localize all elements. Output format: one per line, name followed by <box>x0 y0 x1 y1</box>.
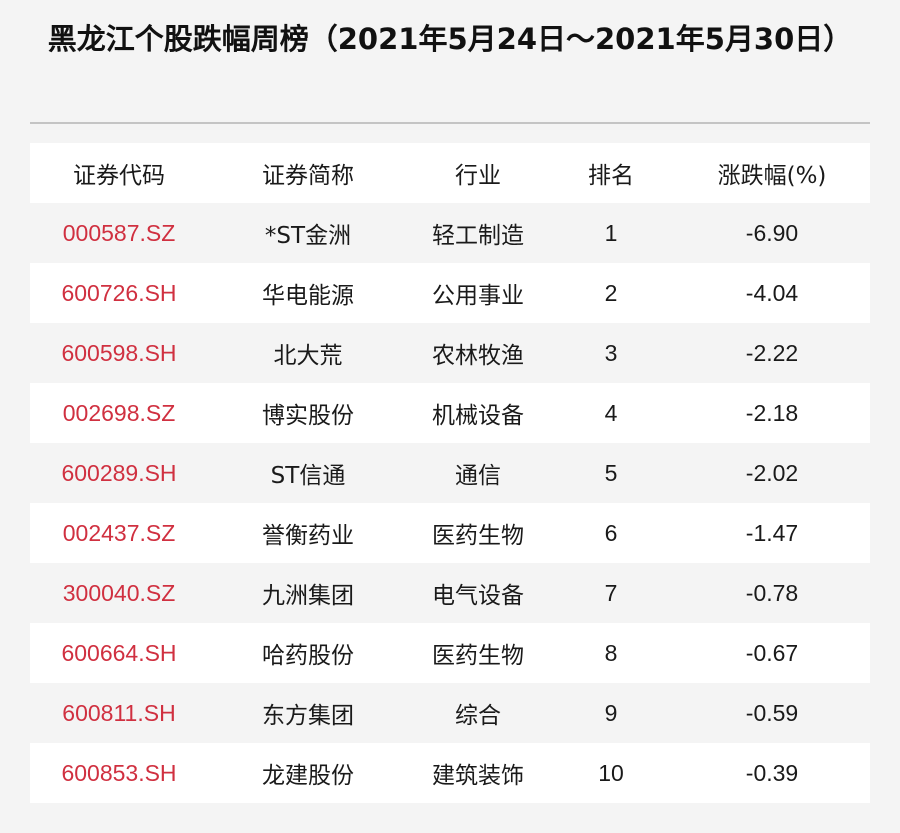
stock-name: 东方集团 <box>262 703 354 729</box>
table-row: 600811.SH 东方集团 综合 9 -0.59 <box>30 683 870 743</box>
header-name: 证券简称 <box>262 163 354 189</box>
change-percent: -6.90 <box>745 219 799 246</box>
header-industry: 行业 <box>455 163 501 189</box>
change-percent: -0.67 <box>745 639 799 666</box>
industry: 建筑装饰 <box>432 763 524 789</box>
table-row: 600289.SH ST信通 通信 5 -2.02 <box>30 443 870 503</box>
stock-name: 誉衡药业 <box>262 523 354 549</box>
change-percent: -2.18 <box>745 399 799 426</box>
change-percent: -0.59 <box>745 699 799 726</box>
header-code: 证券代码 <box>73 163 165 189</box>
table-row: 600598.SH 北大荒 农林牧渔 3 -2.22 <box>30 323 870 383</box>
industry: 农林牧渔 <box>432 343 524 369</box>
rank: 8 <box>604 639 618 666</box>
industry: 公用事业 <box>432 283 524 309</box>
table-row: 600664.SH 哈药股份 医药生物 8 -0.67 <box>30 623 870 683</box>
industry: 医药生物 <box>432 523 524 549</box>
stock-name: 龙建股份 <box>262 763 354 789</box>
rank: 4 <box>604 399 618 426</box>
table-row: 600726.SH 华电能源 公用事业 2 -4.04 <box>30 263 870 323</box>
stock-code: 600289.SH <box>61 459 177 486</box>
table-row: 000587.SZ *ST金洲 轻工制造 1 -6.90 <box>30 203 870 263</box>
table-header-row: 证券代码 证券简称 行业 排名 涨跌幅(%) <box>30 143 870 203</box>
table-row: 002698.SZ 博实股份 机械设备 4 -2.18 <box>30 383 870 443</box>
industry: 医药生物 <box>432 643 524 669</box>
stock-name: 北大荒 <box>273 343 343 369</box>
change-percent: -2.22 <box>745 339 799 366</box>
change-percent: -0.39 <box>745 759 799 786</box>
stock-name: *ST金洲 <box>264 223 352 249</box>
ranking-table: 证券代码 证券简称 行业 排名 涨跌幅(%) 000587.SZ *ST金洲 轻… <box>30 143 870 803</box>
table-row: 002437.SZ 誉衡药业 医药生物 6 -1.47 <box>30 503 870 563</box>
table-row: 300040.SZ 九洲集团 电气设备 7 -0.78 <box>30 563 870 623</box>
change-percent: -4.04 <box>745 279 799 306</box>
industry: 综合 <box>455 703 501 729</box>
stock-code: 002698.SZ <box>62 399 176 426</box>
header-rank: 排名 <box>588 163 634 189</box>
rank: 1 <box>604 219 618 246</box>
rank: 10 <box>598 759 624 786</box>
stock-name: 哈药股份 <box>262 643 354 669</box>
stock-name: ST信通 <box>270 463 346 489</box>
industry: 通信 <box>455 463 501 489</box>
rank: 7 <box>604 579 618 606</box>
stock-name: 博实股份 <box>262 403 354 429</box>
change-percent: -1.47 <box>745 519 799 546</box>
rank: 5 <box>604 459 618 486</box>
page-title: 黑龙江个股跌幅周榜（2021年5月24日～2021年5月30日） <box>47 22 853 56</box>
table-row: 600853.SH 龙建股份 建筑装饰 10 -0.39 <box>30 743 870 803</box>
change-percent: -0.78 <box>745 579 799 606</box>
rank: 2 <box>604 279 618 306</box>
stock-code: 600811.SH <box>62 699 176 726</box>
rank: 3 <box>604 339 618 366</box>
rank: 9 <box>604 699 618 726</box>
stock-code: 600726.SH <box>61 279 177 306</box>
stock-code: 600853.SH <box>61 759 177 786</box>
change-percent: -2.02 <box>745 459 799 486</box>
stock-code: 600664.SH <box>61 639 177 666</box>
industry: 轻工制造 <box>432 223 524 249</box>
industry: 机械设备 <box>432 403 524 429</box>
stock-code: 000587.SZ <box>62 219 176 246</box>
stock-code: 600598.SH <box>61 339 177 366</box>
stock-name: 华电能源 <box>262 283 354 309</box>
stock-code: 002437.SZ <box>62 519 176 546</box>
title-divider <box>30 122 870 124</box>
stock-code: 300040.SZ <box>62 579 176 606</box>
industry: 电气设备 <box>432 583 524 609</box>
header-change: 涨跌幅(%) <box>717 163 827 189</box>
stock-name: 九洲集团 <box>262 583 354 609</box>
rank: 6 <box>604 519 618 546</box>
